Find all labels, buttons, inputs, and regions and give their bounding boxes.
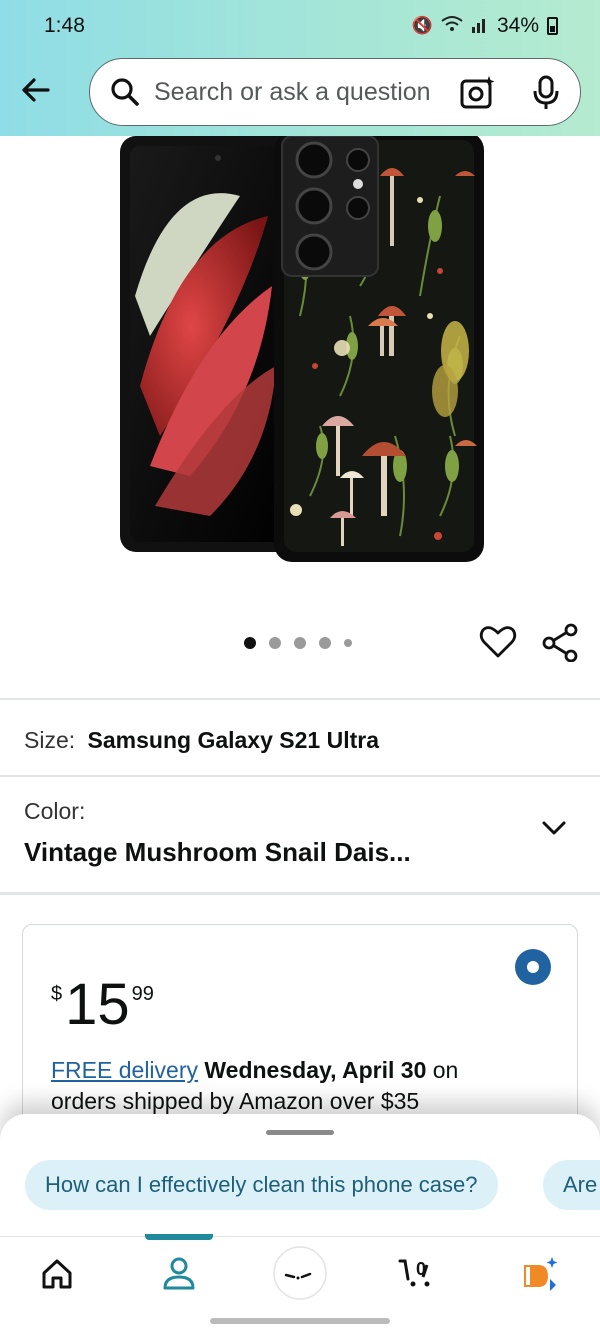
top-header: 1:48 🔇 34% <box>0 0 600 136</box>
carousel-dot[interactable] <box>269 637 281 649</box>
status-time: 1:48 <box>44 14 85 37</box>
battery-percent: 34% <box>496 14 539 37</box>
carousel-dot[interactable] <box>319 637 331 649</box>
carousel-dot[interactable] <box>244 637 256 649</box>
price-whole: 15 <box>65 972 130 1037</box>
color-label: Color: <box>24 798 86 824</box>
chevron-down-icon[interactable] <box>538 812 570 844</box>
price: $ 15 99 <box>51 975 154 1035</box>
search-bar[interactable] <box>89 58 581 126</box>
share-icon[interactable] <box>540 622 580 662</box>
wifi-icon <box>441 15 463 38</box>
search-icon <box>111 78 139 106</box>
microphone-icon[interactable] <box>526 73 566 113</box>
heart-icon[interactable] <box>478 622 518 662</box>
size-selector[interactable]: Size: Samsung Galaxy S21 Ultra <box>24 727 379 754</box>
carousel-dot[interactable] <box>344 639 352 647</box>
status-icons: 🔇 34% <box>412 14 558 38</box>
rufus-icon[interactable] <box>272 1245 328 1301</box>
menu-icon[interactable] <box>516 1251 562 1297</box>
ask-rufus-sheet[interactable]: How can I effectively clean this phone c… <box>0 1114 600 1239</box>
gesture-bar[interactable] <box>210 1318 390 1324</box>
color-selector[interactable]: Color: Vintage Mushroom Snail Dais... <box>24 798 411 868</box>
bottom-nav: 0 <box>0 1234 600 1312</box>
battery-icon <box>547 17 558 35</box>
cart-icon[interactable]: 0 <box>396 1251 442 1297</box>
camera-search-icon[interactable] <box>458 73 498 113</box>
color-value: Vintage Mushroom Snail Dais... <box>24 837 411 867</box>
sheet-handle[interactable] <box>266 1130 334 1135</box>
divider <box>0 698 600 700</box>
price-currency: $ <box>51 983 63 1005</box>
size-value: Samsung Galaxy S21 Ultra <box>87 727 379 753</box>
delivery-info: FREE delivery Wednesday, April 30 on ord… <box>51 1055 521 1117</box>
account-icon[interactable] <box>156 1251 202 1297</box>
suggestion-chip[interactable]: How can I effectively clean this phone c… <box>25 1160 498 1210</box>
delivery-date: Wednesday, April 30 <box>204 1057 427 1083</box>
carousel-indicators <box>244 637 352 649</box>
signal-icon <box>471 15 489 38</box>
size-label: Size: <box>24 727 76 753</box>
nav-active-indicator <box>145 1234 213 1240</box>
divider <box>0 892 600 895</box>
status-bar: 1:48 🔇 34% <box>0 10 600 44</box>
divider <box>0 775 600 777</box>
offer-radio-button[interactable] <box>515 949 551 985</box>
back-arrow-icon[interactable] <box>14 68 58 112</box>
mute-icon: 🔇 <box>411 16 433 35</box>
carousel-dot[interactable] <box>294 637 306 649</box>
free-delivery-link[interactable]: FREE delivery <box>51 1057 198 1083</box>
product-image[interactable] <box>0 132 600 606</box>
home-icon[interactable] <box>34 1251 80 1297</box>
suggestion-chip[interactable]: Are <box>543 1160 600 1210</box>
search-input[interactable] <box>154 74 454 110</box>
price-fraction: 99 <box>131 983 154 1005</box>
